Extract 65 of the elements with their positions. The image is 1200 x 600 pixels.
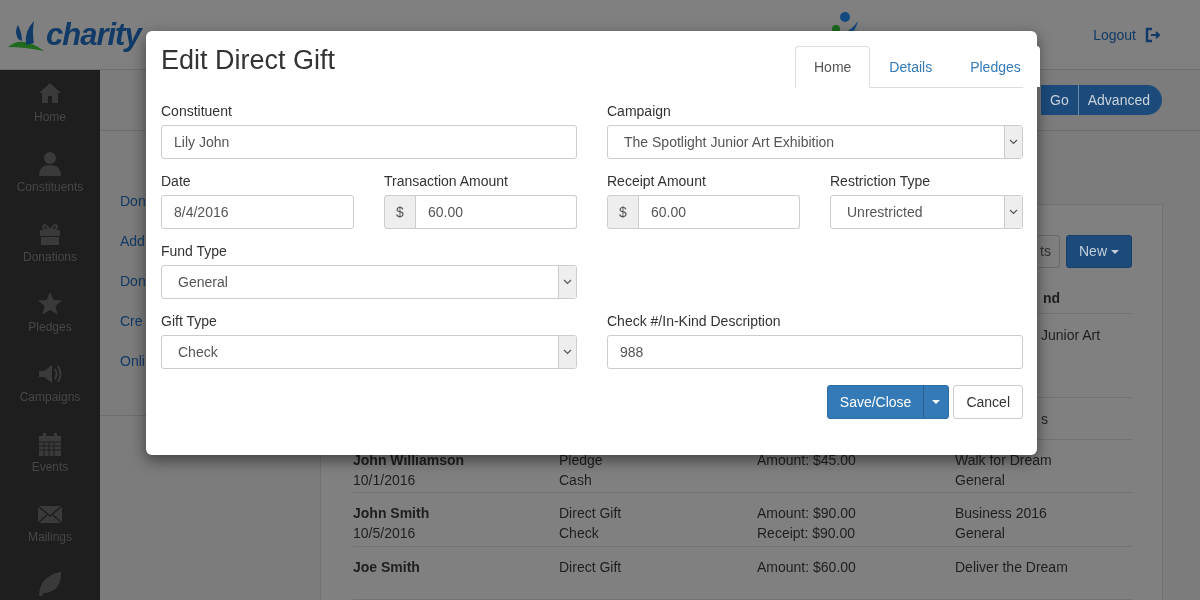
new-dropdown-button[interactable]: New [1066,235,1132,268]
payment-method: Cash [559,470,593,490]
toolbar-button[interactable]: ts [1038,235,1060,268]
input-field[interactable]: 8/4/2016 [161,195,354,229]
logo-text: charity [46,16,141,53]
cancel-button[interactable]: Cancel [953,385,1023,419]
field-label: Constituent [161,103,233,119]
chevron-down-icon [563,349,572,355]
select-field[interactable]: Check [161,335,577,369]
submenu-link[interactable]: Onli [120,353,145,369]
gift-date: 10/5/2016 [353,524,417,544]
go-button[interactable]: Go [1041,85,1078,115]
amount-text: Amount: $90.00 [757,504,857,524]
donor-name: John Smith [353,504,431,524]
payment-method: Check [559,524,600,544]
donor-name: John Williamson [353,450,466,470]
field-label: Check #/In-Kind Description [607,313,782,329]
caret-icon [1111,250,1119,255]
gift-type: Direct Gift [559,504,623,524]
table-cell: s [1041,410,1048,427]
field-label: Campaign [607,103,672,119]
fund-name: General [955,470,1006,490]
input-field[interactable]: 60.00 [416,195,577,229]
logout-icon [1144,26,1160,43]
donor-name: Joe Smith [353,557,421,577]
gift-type: Direct Gift [559,557,623,577]
field-label: Receipt Amount [607,173,707,189]
field-label: Restriction Type [830,173,932,189]
chevron-down-icon [563,279,572,285]
field-label: Gift Type [161,313,218,329]
dialog-title: Edit Direct Gift [161,44,336,76]
campaign-name: Deliver the Dream [955,557,1069,577]
submenu-link[interactable]: Don [120,273,146,289]
calendar-icon [36,430,64,458]
chevron-down-icon [1009,139,1018,145]
input-field[interactable]: 988 [607,335,1023,369]
amount-text: Receipt: $90.00 [757,524,857,544]
logout-link[interactable]: Logout [1093,26,1160,43]
currency-addon: $ [607,195,639,229]
submenu-link[interactable]: Add [120,233,145,249]
gift-type: Pledge [559,450,604,470]
advanced-button[interactable]: Advanced [1077,85,1162,115]
field-label: Transaction Amount [384,173,509,189]
field-label: Fund Type [161,243,228,259]
submenu-link[interactable]: Don [120,193,146,209]
amount-text: Amount: $60.00 [757,557,857,577]
tab[interactable]: Home [795,46,871,88]
chevron-down-icon [1009,209,1018,215]
select-field[interactable]: General [161,265,577,299]
submenu-link[interactable]: Cre [120,313,143,329]
currency-addon: $ [384,195,416,229]
select-field[interactable]: Unrestricted [830,195,1023,229]
input-field[interactable]: 60.00 [639,195,800,229]
fund-name: General [955,524,1006,544]
gift-date: 10/1/2016 [353,470,417,490]
input-field[interactable]: Lily John [161,125,577,159]
select-field[interactable]: The Spotlight Junior Art Exhibition [607,125,1023,159]
amount-text: Amount: $45.00 [757,450,857,470]
field-label: Date [161,173,192,189]
person-icon [36,150,64,178]
table-cell: Junior Art [1041,327,1101,344]
leaf-icon [36,570,64,598]
caret-icon [932,400,941,404]
campaign-name: Business 2016 [955,504,1048,524]
campaign-name: Walk for Dream [955,450,1053,470]
